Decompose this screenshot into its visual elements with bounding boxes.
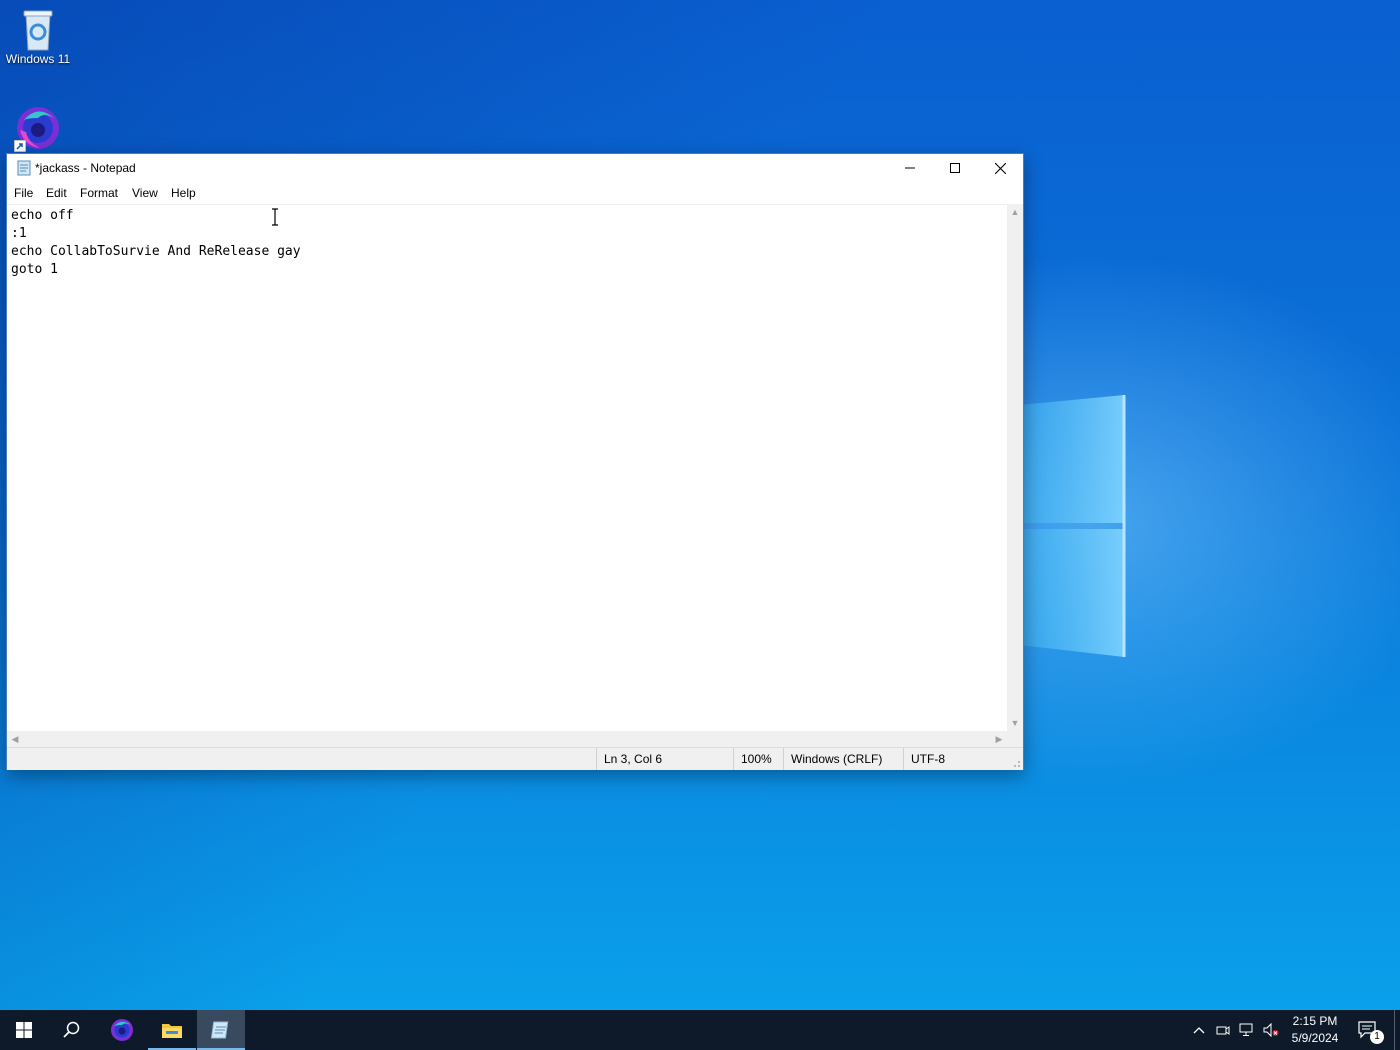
clock[interactable]: 2:15 PM 5/9/2024 <box>1284 1013 1346 1047</box>
text-editor[interactable]: echo off :1 echo CollabToSurvie And ReRe… <box>7 204 1007 732</box>
notification-center-button[interactable]: 1 <box>1348 1010 1388 1050</box>
text-line: echo off <box>11 208 74 223</box>
notepad-icon <box>211 1021 229 1039</box>
status-position: Ln 3, Col 6 <box>596 748 724 770</box>
status-zoom: 100% <box>733 748 781 770</box>
clock-time: 2:15 PM <box>1292 1014 1338 1028</box>
search-icon <box>63 1021 80 1038</box>
notification-badge: 1 <box>1370 1030 1384 1044</box>
start-icon <box>16 1022 32 1038</box>
status-encoding: UTF-8 <box>903 748 1011 770</box>
scroll-left-icon[interactable]: ◀ <box>7 731 23 747</box>
volume-muted-icon <box>1263 1023 1279 1037</box>
firefox-icon <box>111 1019 133 1041</box>
close-icon <box>994 162 1006 174</box>
notepad-icon <box>17 160 31 176</box>
show-desktop-divider[interactable] <box>1394 1010 1395 1050</box>
scroll-down-icon[interactable]: ▼ <box>1007 715 1023 731</box>
vertical-scrollbar[interactable]: ▲ ▼ <box>1007 204 1023 731</box>
minimize-icon <box>905 167 915 169</box>
maximize-icon <box>950 163 960 173</box>
maximize-button[interactable] <box>932 154 978 182</box>
window-title: *jackass - Notepad <box>35 161 136 175</box>
text-line: echo CollabToSurvie And ReRelease gay <box>11 244 301 259</box>
editor-content: echo off :1 echo CollabToSurvie And ReRe… <box>11 207 301 279</box>
text-line: :1 <box>11 226 27 241</box>
show-hidden-icons-button[interactable] <box>1191 1022 1207 1038</box>
notepad-window: *jackass - Notepad File Edit Format View… <box>6 153 1024 770</box>
network-icon <box>1239 1023 1253 1036</box>
text-cursor-icon <box>272 208 278 226</box>
tray-network[interactable] <box>1239 1022 1255 1038</box>
taskbar-file-explorer[interactable] <box>148 1010 196 1050</box>
menu-view[interactable]: View <box>132 186 158 200</box>
desktop-icon-label: Windows 11 <box>5 52 71 66</box>
scrollbar-corner <box>1007 731 1023 747</box>
taskbar: 2:15 PM 5/9/2024 1 <box>0 1010 1400 1050</box>
taskbar-notepad[interactable] <box>197 1010 245 1050</box>
desktop-icon-firefox[interactable] <box>0 104 76 152</box>
status-line-ending: Windows (CRLF) <box>783 748 891 770</box>
start-button[interactable] <box>0 1010 48 1050</box>
menu-help[interactable]: Help <box>171 186 196 200</box>
scroll-right-icon[interactable]: ▶ <box>991 731 1007 747</box>
text-line: goto 1 <box>11 262 58 277</box>
shortcut-arrow-icon <box>14 140 26 152</box>
title-bar[interactable]: *jackass - Notepad <box>7 154 1023 182</box>
menu-bar: File Edit Format View Help <box>7 182 1023 204</box>
menu-format[interactable]: Format <box>80 186 118 200</box>
menu-edit[interactable]: Edit <box>46 186 67 200</box>
status-bar: Ln 3, Col 6 100% Windows (CRLF) UTF-8 <box>7 747 1023 770</box>
desktop-icon-recycle-bin[interactable]: Windows 11 <box>0 8 76 66</box>
horizontal-scrollbar[interactable]: ◀ ▶ <box>7 731 1007 747</box>
chevron-up-icon <box>1193 1027 1205 1034</box>
menu-file[interactable]: File <box>14 186 33 200</box>
recycle-bin-icon <box>23 10 53 51</box>
tray-meet-now[interactable] <box>1215 1022 1231 1038</box>
minimize-button[interactable] <box>887 154 933 182</box>
file-explorer-icon <box>162 1024 182 1038</box>
close-button[interactable] <box>977 154 1023 182</box>
meet-now-icon <box>1216 1026 1230 1035</box>
resize-grip-icon[interactable] <box>1011 758 1021 768</box>
tray-volume[interactable] <box>1263 1022 1279 1038</box>
scroll-up-icon[interactable]: ▲ <box>1007 204 1023 220</box>
search-button[interactable] <box>48 1010 96 1050</box>
taskbar-firefox[interactable] <box>98 1010 146 1050</box>
windows-wallpaper-logo <box>1020 395 1126 657</box>
clock-date: 5/9/2024 <box>1291 1031 1339 1045</box>
